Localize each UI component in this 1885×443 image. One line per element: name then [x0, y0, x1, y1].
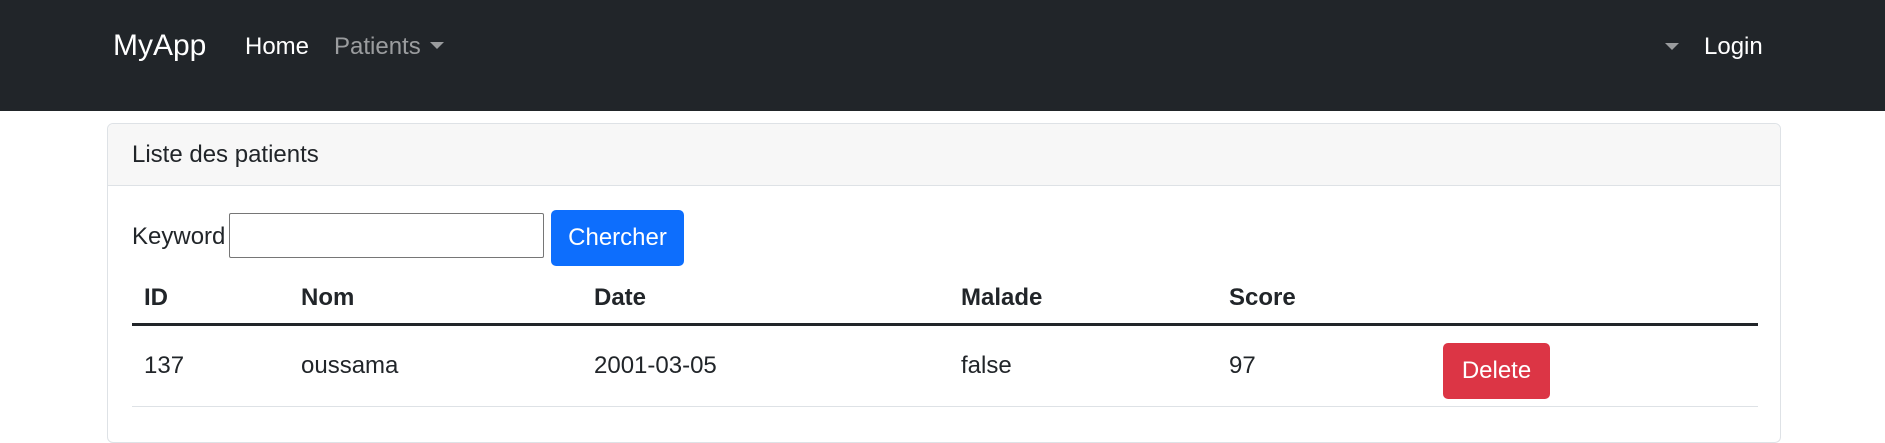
nav-patients-dropdown[interactable]: Patients: [334, 32, 444, 62]
delete-button[interactable]: Delete: [1443, 342, 1550, 399]
cell-id: 137: [132, 324, 289, 407]
cell-score: 97: [1217, 324, 1431, 407]
brand-link[interactable]: MyApp: [113, 28, 206, 64]
keyword-label: Keyword: [132, 223, 226, 250]
patients-table: ID Nom Date Malade Score 137 oussama 200…: [132, 274, 1758, 407]
search-form: Keyword Chercher: [132, 210, 832, 266]
column-header-date: Date: [582, 274, 949, 326]
keyword-input[interactable]: [229, 213, 544, 258]
table-row: 137 oussama 2001-03-05 false 97 Delete: [132, 324, 1758, 407]
column-header-actions: [1431, 274, 1758, 326]
login-link[interactable]: Login: [1704, 32, 1763, 62]
patients-card: Liste des patients Keyword Chercher ID N…: [107, 123, 1781, 443]
column-header-id: ID: [132, 274, 289, 326]
column-header-nom: Nom: [289, 274, 582, 326]
chevron-down-icon: [429, 42, 444, 50]
search-button[interactable]: Chercher: [551, 210, 684, 266]
cell-nom: oussama: [289, 324, 582, 407]
cell-actions: Delete: [1431, 324, 1758, 407]
column-header-score: Score: [1217, 274, 1431, 326]
column-header-malade: Malade: [949, 274, 1217, 326]
nav-home-link[interactable]: Home: [245, 32, 309, 62]
table-header-row: ID Nom Date Malade Score: [132, 274, 1758, 326]
cell-date: 2001-03-05: [582, 324, 949, 407]
nav-patients-label: Patients: [334, 33, 421, 60]
cell-malade: false: [949, 324, 1217, 407]
card-header: Liste des patients: [108, 124, 1780, 186]
navbar: MyApp Home Patients Login: [0, 0, 1885, 111]
user-dropdown-chevron-icon[interactable]: [1665, 43, 1679, 50]
